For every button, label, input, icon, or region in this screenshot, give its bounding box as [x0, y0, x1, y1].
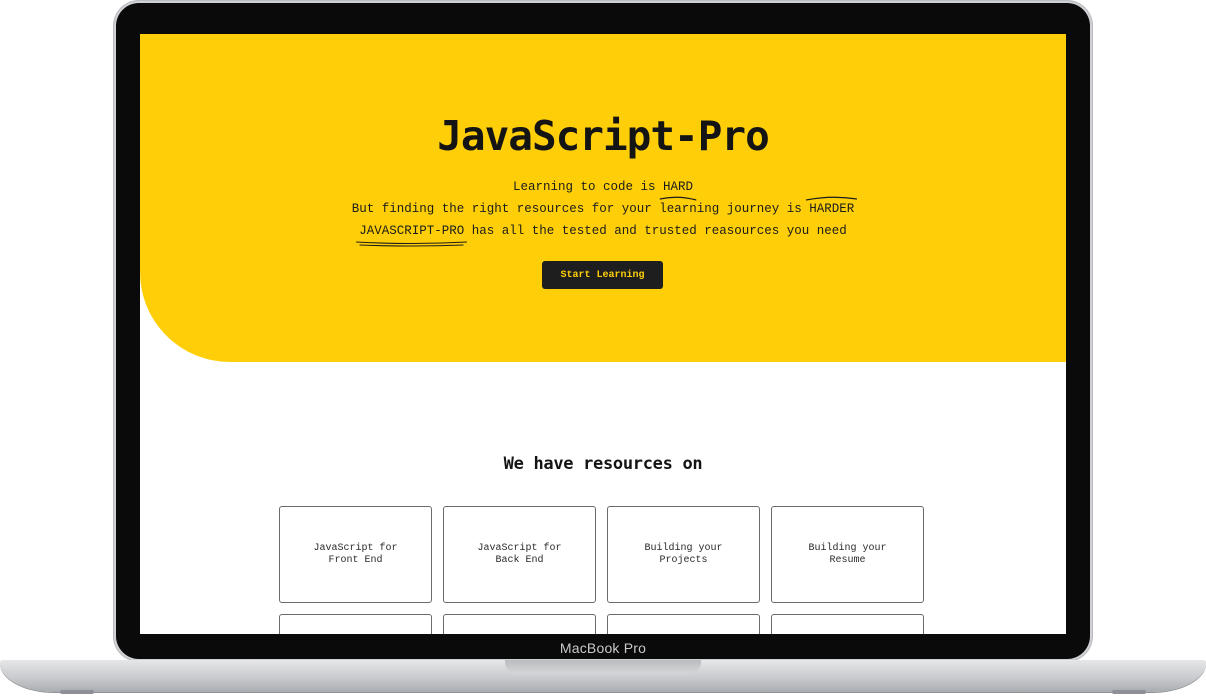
laptop-foot	[1112, 690, 1146, 694]
resource-card-projects[interactable]: Building your Projects	[607, 506, 760, 603]
card-label: Building your Projects	[644, 542, 723, 566]
resource-card[interactable]	[607, 614, 760, 634]
resource-card[interactable]	[771, 614, 924, 634]
start-learning-button[interactable]: Start Learning	[542, 261, 663, 289]
hero-section: JavaScript-Pro Learning to code is HARD …	[140, 34, 1066, 362]
resources-title: We have resources on	[503, 454, 703, 474]
tagline-text: But finding the right resources for your…	[351, 202, 810, 216]
underline-scribble-icon	[659, 196, 697, 201]
tagline-text: Learning to code is	[512, 180, 663, 194]
tagline-line-2: But finding the right resources for your…	[140, 196, 1066, 220]
resource-card-back-end[interactable]: JavaScript for Back End	[443, 506, 596, 603]
tagline-text: has all the tested and trusted reasource…	[464, 224, 847, 238]
card-label: JavaScript for Back End	[477, 542, 562, 566]
resource-card-front-end[interactable]: JavaScript for Front End	[279, 506, 432, 603]
device-label: MacBook Pro	[559, 640, 647, 656]
hero-tagline: Learning to code is HARD But finding the…	[140, 176, 1066, 247]
highlight-brand: JAVASCRIPT-PRO	[356, 220, 468, 247]
tagline-line-1: Learning to code is HARD	[140, 176, 1066, 201]
card-label: JavaScript for Front End	[313, 542, 398, 566]
underline-scribble-icon	[806, 196, 858, 201]
laptop-foot	[60, 690, 94, 694]
resource-card-resume[interactable]: Building your Resume	[771, 506, 924, 603]
hero-title: JavaScript-Pro	[437, 112, 770, 160]
resource-card[interactable]	[279, 614, 432, 634]
tagline-line-3: JAVASCRIPT-PRO has all the tested and tr…	[140, 220, 1066, 247]
highlight-text: HARD	[663, 180, 694, 194]
browser-screen: JavaScript-Pro Learning to code is HARD …	[140, 34, 1066, 634]
highlight-text: JAVASCRIPT-PRO	[359, 224, 465, 238]
card-label: Building your Resume	[808, 542, 887, 566]
highlight-harder: HARDER	[806, 196, 858, 220]
highlight-hard: HARD	[659, 176, 697, 201]
resource-card[interactable]	[443, 614, 596, 634]
highlight-text: HARDER	[809, 202, 855, 216]
laptop-notch	[505, 660, 701, 674]
underline-scribble-icon	[356, 241, 468, 247]
